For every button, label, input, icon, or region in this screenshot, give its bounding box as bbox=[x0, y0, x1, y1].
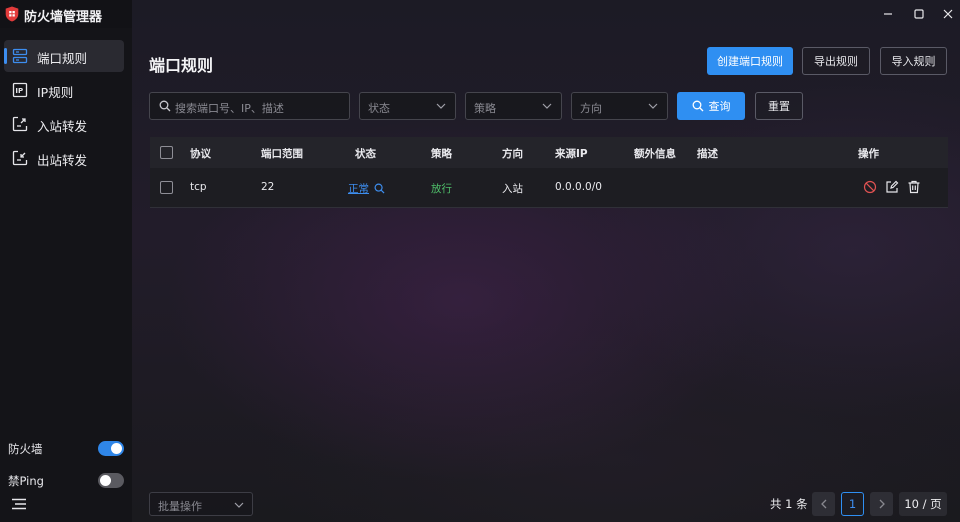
firewall-toggle-label: 防火墙 bbox=[8, 442, 43, 456]
firewall-toggle[interactable] bbox=[98, 441, 124, 456]
header-protocol: 协议 bbox=[190, 148, 211, 160]
table-row: tcp 22 正常 放行 入站 0.0.0.0/0 bbox=[150, 168, 948, 208]
port-rules-table: 协议 端口范围 状态 策略 方向 来源IP 额外信息 描述 操作 tcp 22 … bbox=[150, 137, 948, 208]
row-checkbox[interactable] bbox=[160, 181, 173, 194]
sidebar-item-label: 端口规则 bbox=[37, 51, 88, 66]
sidebar-item-label: 出站转发 bbox=[37, 153, 88, 168]
cell-policy: 放行 bbox=[431, 183, 452, 195]
cell-status: 正常 bbox=[348, 181, 385, 196]
toggle-knob bbox=[100, 475, 111, 486]
total-count: 共 1 条 bbox=[770, 497, 808, 511]
chevron-right-icon bbox=[879, 499, 885, 509]
direction-select[interactable]: 方向 bbox=[571, 92, 668, 120]
chevron-down-icon bbox=[648, 103, 658, 109]
outbound-forward-icon bbox=[12, 150, 28, 166]
ping-toggle-row: 禁Ping bbox=[8, 471, 126, 491]
header-extra-info: 额外信息 bbox=[634, 148, 676, 160]
ping-toggle[interactable] bbox=[98, 473, 124, 488]
chevron-down-icon bbox=[234, 502, 244, 508]
status-select[interactable]: 状态 bbox=[359, 92, 456, 120]
search-icon[interactable] bbox=[374, 183, 385, 194]
prev-page-button[interactable] bbox=[812, 492, 835, 516]
cell-protocol: tcp bbox=[190, 181, 207, 193]
status-select-placeholder: 状态 bbox=[368, 102, 390, 115]
page-size-select[interactable]: 10 / 页 bbox=[899, 492, 947, 516]
active-indicator bbox=[4, 48, 7, 64]
cell-source-ip: 0.0.0.0/0 bbox=[555, 181, 602, 193]
select-all-checkbox[interactable] bbox=[160, 146, 173, 159]
header-policy: 策略 bbox=[431, 148, 452, 160]
sidebar-item-label: IP规则 bbox=[37, 85, 74, 100]
header-status: 状态 bbox=[355, 148, 376, 160]
ip-icon: IP bbox=[12, 82, 28, 98]
header-description: 描述 bbox=[697, 148, 718, 160]
chevron-left-icon bbox=[820, 499, 826, 509]
table-header: 协议 端口范围 状态 策略 方向 来源IP 额外信息 描述 操作 bbox=[150, 137, 948, 168]
inbound-forward-icon bbox=[12, 116, 28, 132]
bulk-action-select[interactable]: 批量操作 bbox=[149, 492, 253, 516]
next-page-button[interactable] bbox=[870, 492, 893, 516]
sidebar-item-ip-rules[interactable]: IP IP规则 bbox=[4, 74, 124, 106]
maximize-button[interactable] bbox=[909, 4, 929, 24]
firewall-toggle-row: 防火墙 bbox=[8, 439, 126, 459]
header-direction: 方向 bbox=[502, 148, 523, 160]
search-icon bbox=[159, 100, 171, 112]
title-bar: 防火墙管理器 bbox=[0, 0, 960, 28]
cell-port-range: 22 bbox=[261, 181, 275, 193]
sidebar-item-port-rules[interactable]: 端口规则 bbox=[4, 40, 124, 72]
edit-icon[interactable] bbox=[885, 180, 899, 194]
sidebar-item-inbound-forward[interactable]: 入站转发 bbox=[4, 108, 124, 140]
reset-button[interactable]: 重置 bbox=[755, 92, 803, 120]
direction-select-placeholder: 方向 bbox=[580, 102, 602, 115]
header-source-ip: 来源IP bbox=[555, 148, 588, 160]
sidebar-item-label: 入站转发 bbox=[37, 119, 88, 134]
page-title: 端口规则 bbox=[149, 56, 214, 75]
policy-select-placeholder: 策略 bbox=[474, 102, 496, 115]
bulk-action-placeholder: 批量操作 bbox=[158, 500, 202, 513]
shield-logo-icon bbox=[5, 6, 19, 22]
close-icon bbox=[943, 9, 953, 19]
maximize-icon bbox=[914, 9, 924, 19]
header-operations: 操作 bbox=[858, 148, 879, 160]
ping-toggle-label: 禁Ping bbox=[8, 474, 44, 488]
menu-icon[interactable] bbox=[11, 498, 27, 510]
search-icon bbox=[692, 100, 703, 112]
policy-select[interactable]: 策略 bbox=[465, 92, 562, 120]
minimize-icon bbox=[884, 13, 892, 15]
search-placeholder: 搜索端口号、IP、描述 bbox=[175, 102, 284, 115]
header-port-range: 端口范围 bbox=[261, 148, 303, 160]
cell-direction: 入站 bbox=[502, 183, 523, 195]
close-button[interactable] bbox=[938, 4, 958, 24]
toggle-knob bbox=[111, 443, 122, 454]
chevron-down-icon bbox=[542, 103, 552, 109]
query-button[interactable]: 查询 bbox=[677, 92, 745, 120]
app-title: 防火墙管理器 bbox=[24, 10, 103, 25]
import-rules-button[interactable]: 导入规则 bbox=[880, 47, 947, 75]
search-input[interactable]: 搜索端口号、IP、描述 bbox=[149, 92, 350, 120]
query-button-label: 查询 bbox=[708, 100, 731, 113]
minimize-button[interactable] bbox=[878, 4, 898, 24]
main-background bbox=[132, 0, 960, 522]
svg-text:IP: IP bbox=[15, 87, 23, 95]
export-rules-button[interactable]: 导出规则 bbox=[802, 47, 870, 75]
chevron-down-icon bbox=[436, 103, 446, 109]
server-rack-icon bbox=[12, 48, 28, 64]
create-port-rule-button[interactable]: 创建端口规则 bbox=[707, 47, 793, 75]
trash-icon[interactable] bbox=[907, 180, 921, 194]
sidebar: 端口规则 IP IP规则 入站转发 出站转发 防火墙 禁Ping bbox=[0, 28, 132, 522]
status-link[interactable]: 正常 bbox=[348, 183, 369, 195]
disable-icon[interactable] bbox=[863, 180, 877, 194]
page-number-current[interactable]: 1 bbox=[841, 492, 864, 516]
sidebar-item-outbound-forward[interactable]: 出站转发 bbox=[4, 142, 124, 174]
